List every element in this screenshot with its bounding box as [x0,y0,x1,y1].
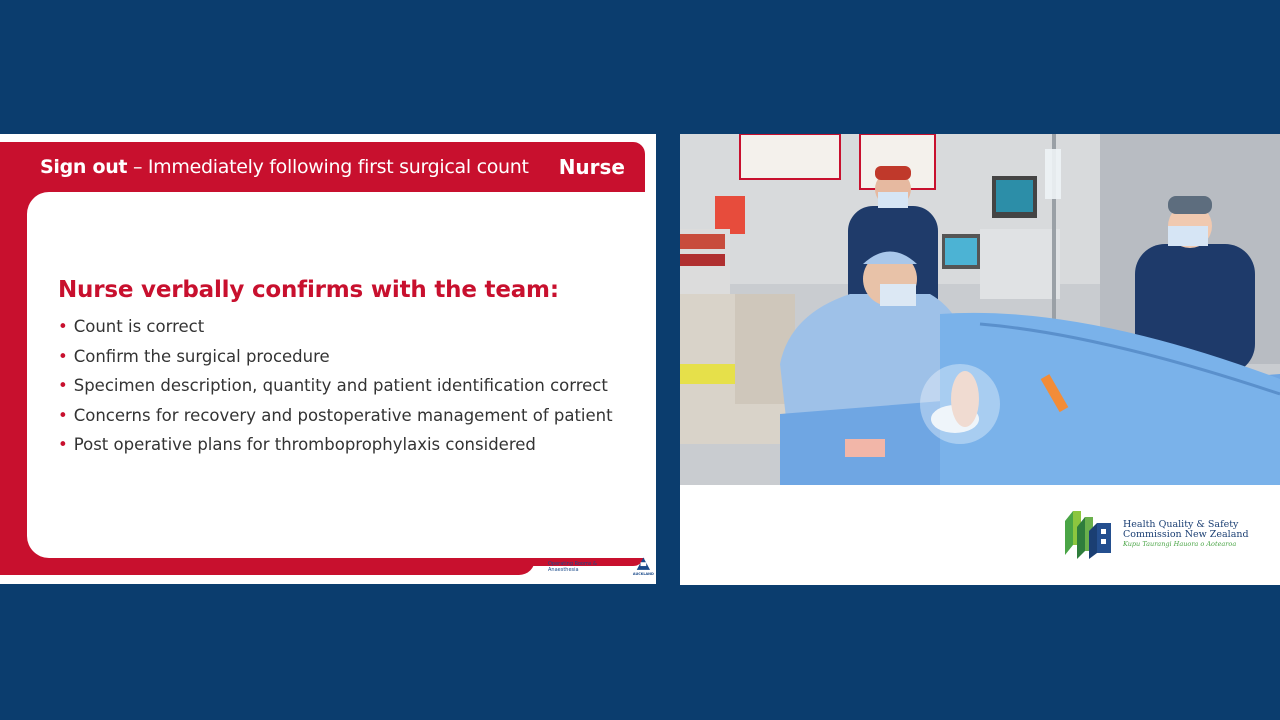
bullet-dot-icon: • [58,317,68,336]
slide-header: Sign out – Immediately following first s… [0,142,645,191]
bullet-dot-icon: • [58,405,68,425]
slide-heading: Nurse verbally confirms with the team: [58,277,559,303]
slide-title: Sign out – Immediately following first s… [40,156,529,178]
bullet-item: • Specimen description, quantity and pati… [58,376,608,396]
hqsc-logo: Health Quality & Safety Commission New Z… [1063,509,1249,559]
department-logo: Operating Rooms & Anaesthesia [548,560,597,574]
auckland-logo-icon: AUCKLAND [633,557,654,576]
slide-title-bold: Sign out [40,155,128,178]
bullet-dot-icon: • [58,435,68,455]
slide-role-label: Nurse [558,154,625,179]
presentation-slide: Sign out – Immediately following first s… [0,134,656,584]
slide-title-rest: – Immediately following first surgical c… [127,155,529,178]
bullet-item: • Count is correct [58,317,205,336]
bullet-item: • Concerns for recovery and postoperative… [58,405,613,425]
bullet-dot-icon: • [58,376,68,396]
video-panel: Health Quality & Safety Commission New Z… [680,134,1280,585]
operating-room-photo [680,134,1280,485]
slide-bottom-strip [0,559,535,575]
slide-footer-logos: Operating Rooms & Anaesthesia AUCKLAND [548,552,656,582]
bullet-item: • Confirm the surgical procedure [58,346,330,366]
bullet-item: • Post operative plans for thromboprophyl… [58,435,536,455]
hqsc-maori-tagline: Kupu Taurangi Hauora o Aotearoa [1123,539,1237,548]
checklist-bullets: • Count is correct • Confirm the surgical … [58,312,613,460]
hqsc-emblem-icon [1065,511,1111,559]
svg-text:AUCKLAND: AUCKLAND [633,572,654,576]
bullet-dot-icon: • [58,346,68,366]
hqsc-text: Health Quality & Safety Commission New Z… [1123,519,1249,548]
